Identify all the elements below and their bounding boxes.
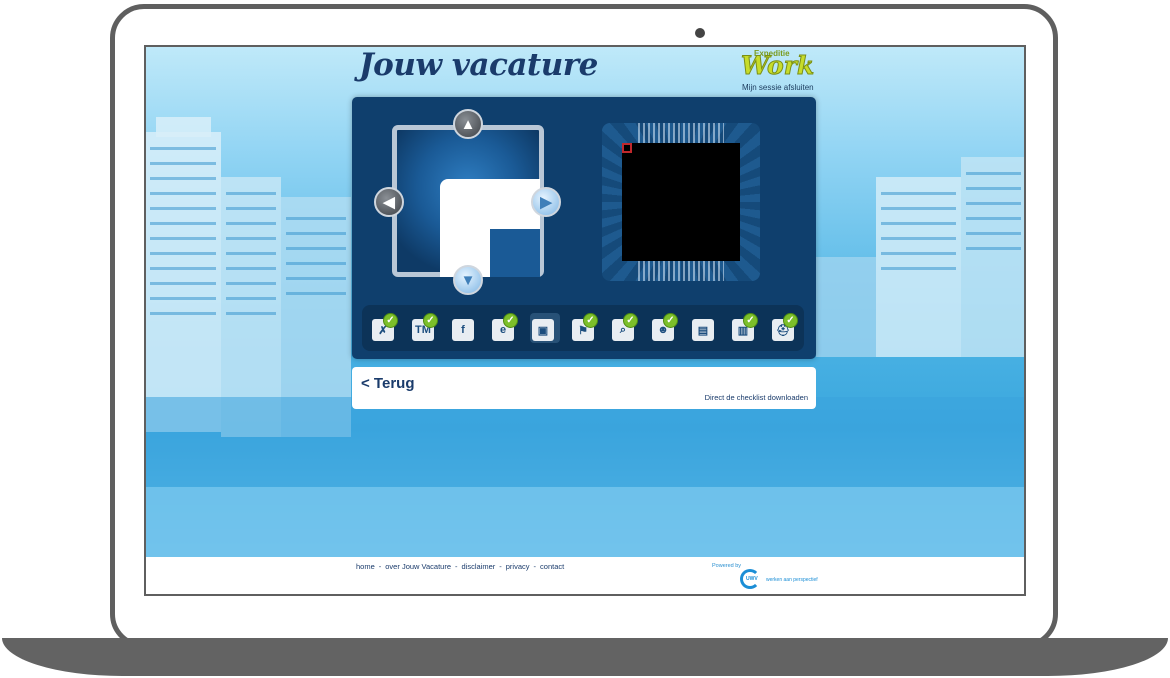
toolbar-tool-8-button[interactable]: ☻ ✓ <box>650 313 680 343</box>
toolbar-tool-2-button[interactable]: TM ✓ <box>410 313 440 343</box>
preview-image <box>602 123 760 281</box>
puzzle-panel: ▲ ◀ ▶ ▼ ✗ ✓ TM ✓ f e ✓ ▣ ⚑ ✓ ⌕ ✓ ☻ ✓ ▤ ▥ ✓ ⛑ ✓ <box>352 97 816 359</box>
tool-5-icon: ▣ <box>532 319 554 341</box>
toolbar-tool-6-button[interactable]: ⚑ ✓ <box>570 313 600 343</box>
checkmark-icon: ✓ <box>383 313 398 328</box>
footer-separator: - <box>455 562 458 571</box>
chevron-down-icon: ▼ <box>460 271 476 289</box>
uwv-logo[interactable]: Powered by UWV werken aan perspectief <box>712 563 832 591</box>
footer-links: home - over Jouw Vacature - disclaimer - priva… <box>356 562 568 571</box>
expeditie-work-logo[interactable]: Work <box>740 51 814 81</box>
checkmark-icon: ✓ <box>663 313 678 328</box>
toolbar-tool-5-button[interactable]: ▣ <box>530 313 560 343</box>
toolbar-tool-7-button[interactable]: ⌕ ✓ <box>610 313 640 343</box>
preview-marker <box>622 143 632 153</box>
back-bar: < Terug Direct de checklist downloaden <box>352 367 816 409</box>
camera-icon <box>695 28 705 38</box>
toolbar-tool-11-button[interactable]: ⛑ ✓ <box>770 313 800 343</box>
footer-link-home[interactable]: home <box>356 562 375 571</box>
uwv-name: UWV <box>746 576 758 582</box>
uwv-slogan: werken aan perspectief <box>766 577 818 583</box>
toolbar-tool-4-button[interactable]: e ✓ <box>490 313 520 343</box>
footer: home - over Jouw Vacature - disclaimer - priva… <box>146 557 1024 594</box>
tool-3-icon: f <box>452 319 474 341</box>
puzzle-piece-notch <box>490 229 540 277</box>
nav-right-button[interactable]: ▶ <box>531 187 561 217</box>
nav-down-button[interactable]: ▼ <box>453 265 483 295</box>
checkmark-icon: ✓ <box>783 313 798 328</box>
footer-link-disclaimer[interactable]: disclaimer <box>462 562 496 571</box>
powered-by-label: Powered by <box>712 563 742 569</box>
toolbar-tool-1-button[interactable]: ✗ ✓ <box>370 313 400 343</box>
checkmark-icon: ✓ <box>503 313 518 328</box>
chevron-right-icon: ▶ <box>540 194 552 211</box>
footer-link-contact[interactable]: contact <box>540 562 564 571</box>
laptop-base <box>2 638 1168 676</box>
checkmark-icon: ✓ <box>583 313 598 328</box>
footer-separator: - <box>533 562 537 571</box>
end-session-link[interactable]: Mijn sessie afsluiten <box>742 83 814 92</box>
footer-separator: - <box>378 562 382 571</box>
checkmark-icon: ✓ <box>623 313 638 328</box>
back-link[interactable]: < Terug <box>361 375 414 392</box>
download-checklist-link[interactable]: Direct de checklist downloaden <box>705 393 808 402</box>
checkmark-icon: ✓ <box>743 313 758 328</box>
preview-target <box>622 143 740 261</box>
screen: Jouw vacature Expeditie Work Mijn sessie… <box>144 45 1026 596</box>
tool-9-icon: ▤ <box>692 319 714 341</box>
chevron-left-icon: ◀ <box>383 194 395 211</box>
footer-separator: - <box>499 562 502 571</box>
footer-link-privacy[interactable]: privacy <box>506 562 530 571</box>
toolbar-tool-3-button[interactable]: f <box>450 313 480 343</box>
checkmark-icon: ✓ <box>423 313 438 328</box>
footer-link-over-jouw-vacature[interactable]: over Jouw Vacature <box>385 562 451 571</box>
toolbar-tool-10-button[interactable]: ▥ ✓ <box>730 313 760 343</box>
nav-left-button[interactable]: ◀ <box>374 187 404 217</box>
toolbar-tool-9-button[interactable]: ▤ <box>690 313 720 343</box>
page-title: Jouw vacature <box>359 47 598 83</box>
nav-up-button[interactable]: ▲ <box>453 109 483 139</box>
tool-bar: ✗ ✓ TM ✓ f e ✓ ▣ ⚑ ✓ ⌕ ✓ ☻ ✓ ▤ ▥ ✓ ⛑ ✓ <box>362 305 804 351</box>
chevron-up-icon: ▲ <box>460 115 476 133</box>
